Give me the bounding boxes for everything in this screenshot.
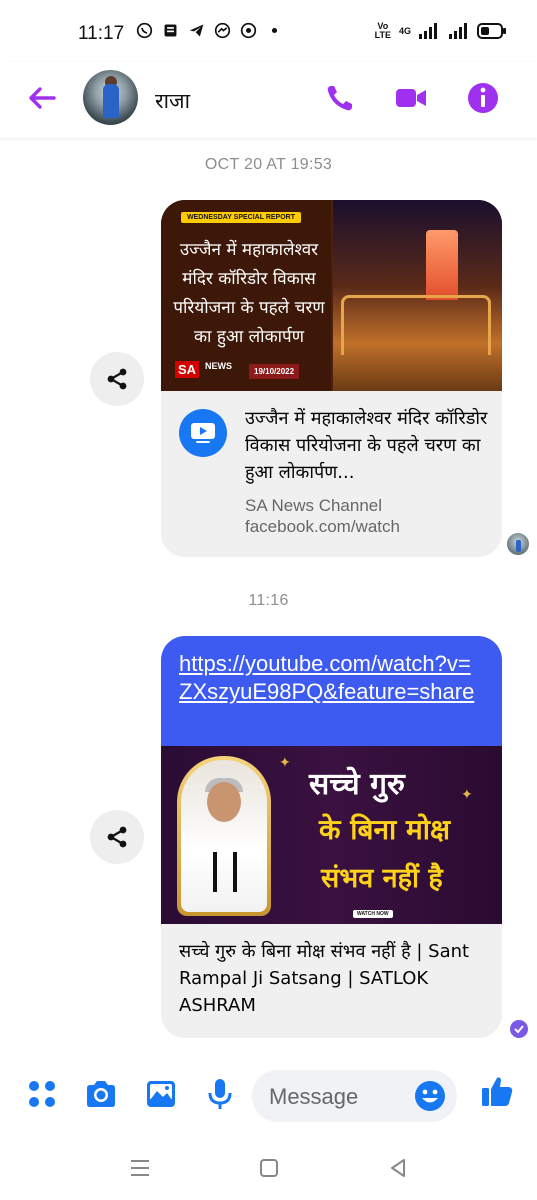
link-message[interactable]: https://youtube.com/watch?v=ZXszyuE98PQ&… [161,636,502,746]
thumbnail-tag: WEDNESDAY SPECIAL REPORT [181,212,302,223]
link-title: उज्जैन में महाकालेश्वर मंदिर कॉरिडोर विक… [245,408,488,483]
app-notification-icon [240,22,257,39]
thumbnail-headline: उज्जैन में महाकालेश्वर मंदिर कॉरिडोर विक… [173,240,325,347]
contact-name[interactable]: राजा [155,87,190,115]
shared-link-card-youtube[interactable]: https://youtube.com/watch?v=ZXszyuE98PQ&… [161,636,502,1038]
contact-avatar[interactable] [83,70,138,125]
volte-indicator: Vo LTE [374,21,391,40]
link-domain: facebook.com/watch [245,517,400,536]
thumbnail-line-1: सच्चे गुरु [309,767,405,802]
telegram-icon [189,24,204,37]
status-bar: 11:17 Vo LTE 4G [0,0,537,62]
link-source: SA News Channel [245,496,383,515]
share-icon [107,368,127,390]
video-play-icon [179,409,227,457]
timestamp: 11:16 [248,592,289,609]
news-app-icon [164,24,177,37]
whatsapp-icon [136,22,153,39]
sa-news-logo: SA [175,361,200,378]
link-preview-body[interactable]: उज्जैन में महाकालेश्वर मंदिर कॉरिडोर विक… [161,391,502,557]
battery-icon [477,23,506,39]
thumbnail-line-3: संभव नहीं है [321,863,443,894]
system-nav-bar [0,1135,537,1200]
shared-link-card-facebook[interactable]: WEDNESDAY SPECIAL REPORT उज्जैन में महाक… [161,200,502,557]
share-button[interactable] [90,352,144,406]
message-input[interactable]: Message [252,1070,457,1122]
watch-now-badge: WATCH NOW [353,910,393,918]
delivered-check-icon [510,1020,528,1038]
gallery-icon[interactable] [143,1076,179,1112]
video-call-icon[interactable] [393,80,429,116]
signal-2-icon [449,23,467,39]
camera-icon[interactable] [83,1076,119,1112]
video-thumbnail[interactable]: WEDNESDAY SPECIAL REPORT उज्जैन में महाक… [161,200,502,391]
more-actions-icon[interactable] [24,1076,60,1112]
status-right: Vo LTE 4G [375,22,507,40]
message-composer: Message [0,1062,537,1130]
seen-by-avatar [507,533,529,555]
recent-apps-icon[interactable] [127,1155,153,1181]
back-arrow-icon[interactable] [24,80,60,116]
youtube-link[interactable]: https://youtube.com/watch?v=ZXszyuE98PQ&… [179,650,484,706]
link-title: सच्चे गुरु के बिना मोक्ष संभव नहीं है | … [179,941,470,1016]
more-dot-icon [271,27,278,34]
home-icon[interactable] [256,1155,282,1181]
like-thumb-icon[interactable] [479,1073,515,1109]
sa-news-logo-sub: NEWS [205,361,232,371]
network-gen: 4G [398,26,411,36]
status-time: 11:17 [78,23,125,44]
share-icon [107,826,127,848]
share-button[interactable] [90,810,144,864]
back-nav-icon[interactable] [385,1155,411,1181]
messenger-icon [214,22,231,39]
message-placeholder: Message [269,1084,359,1109]
signal-icon [419,23,437,39]
microphone-icon[interactable] [202,1076,238,1112]
thumbnail-date: 19/10/2022 [249,364,300,379]
video-thumbnail[interactable]: ✦ ✦ सच्चे गुरु के बिना मोक्ष संभव नहीं ह… [161,746,502,924]
voice-call-icon[interactable] [322,80,358,116]
conversation-header: राजा [0,62,537,138]
link-preview-body[interactable]: सच्चे गुरु के बिना मोक्ष संभव नहीं है | … [161,924,502,1024]
timestamp: OCT 20 AT 19:53 [204,156,333,173]
notification-icons [136,22,283,39]
thumbnail-line-2: के बिना मोक्ष [319,813,451,846]
info-icon[interactable] [465,80,501,116]
emoji-icon[interactable] [414,1080,446,1112]
